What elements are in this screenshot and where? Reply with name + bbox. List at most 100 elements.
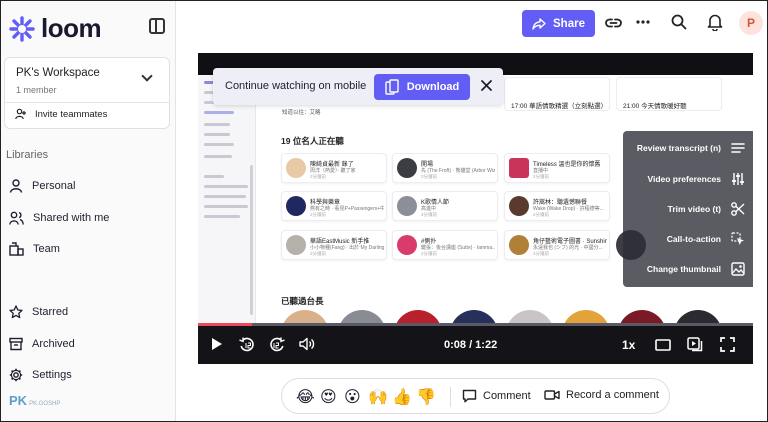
sidebar-item-shared[interactable]: Shared with me — [9, 211, 109, 225]
mobile-banner-text: Continue watching on mobile — [225, 80, 367, 92]
archive-icon — [9, 337, 23, 351]
fullscreen-icon[interactable] — [720, 337, 735, 352]
list-item: #側扑 鍵張：後台講座 (Sutte) · Iamma... 2分鐘前 — [392, 230, 498, 260]
loom-logo[interactable]: loom — [9, 13, 102, 44]
workspace-switcher[interactable]: PK's Workspace 1 member Invite teammates — [4, 57, 170, 129]
reaction-divider — [450, 387, 451, 407]
link-icon[interactable] — [605, 16, 622, 30]
reaction-bar: 😂 😍 😮 🙌 👍 👎 Comment Record a comment — [281, 378, 670, 414]
share-button[interactable]: Share — [522, 10, 595, 37]
invite-label: Invite teammates — [35, 108, 108, 120]
screen-top-card: 17:00 華語情歌精選（立刻點選） — [504, 77, 610, 111]
record-comment-button[interactable]: Record a comment — [544, 389, 659, 401]
video-tools-panel: Review transcript (n) Video preferences … — [623, 131, 753, 287]
bell-icon[interactable] — [707, 13, 723, 31]
avatar[interactable]: P — [739, 11, 763, 35]
list-item: K歌情人節 高進中 2分鐘前 — [392, 191, 498, 221]
workspace-divider — [5, 102, 169, 103]
reaction-heart-eyes[interactable]: 😍 — [320, 387, 337, 407]
sidebar-item-settings[interactable]: Settings — [9, 368, 72, 382]
tool-label: Video preferences — [647, 174, 721, 184]
share-arrow-icon — [532, 17, 546, 30]
sidebar-item-archived[interactable]: Archived — [9, 337, 75, 351]
transcript-icon — [731, 143, 745, 153]
sidebar-item-label: Archived — [32, 338, 75, 350]
screen-top-card-text: 17:00 華語情歌精選（立刻點選） — [511, 103, 608, 110]
sidebar-item-label: Settings — [32, 369, 72, 381]
screen-hosts-title: 已聽過台長 — [281, 296, 324, 306]
share-label: Share — [553, 17, 585, 30]
forward-icon[interactable] — [269, 337, 285, 353]
comment-button[interactable]: Comment — [462, 389, 531, 403]
watermark-text: PK — [9, 393, 28, 408]
search-icon[interactable] — [671, 14, 687, 30]
list-item: 許嵩林：聽遺憾聯餐 Wake (Wake Drop) · 許程德等... 2分鐘前 — [504, 191, 610, 221]
reaction-thumbs-up[interactable]: 👍 — [392, 387, 412, 407]
list-item: 角仔藝術電子圖書 · Sunshine 永遠我也 (シフ) 的光 · 中國分...… — [504, 230, 610, 260]
screen-top-card: 21:00 今天情歌暖好聽 — [616, 77, 722, 111]
volume-icon[interactable] — [299, 337, 315, 351]
sidebar-item-team[interactable]: Team — [9, 242, 60, 256]
star-icon — [9, 305, 23, 319]
comment-label: Comment — [483, 390, 531, 402]
screen-listen-title: 19 位名人正在聽 — [281, 136, 344, 146]
more-options-icon[interactable] — [636, 20, 650, 24]
list-item: Timeless 溫也是你的懷舊 直播中 2分鐘前 — [504, 153, 610, 183]
video-player[interactable]: 17:00 華語情歌精選（立刻點選） 21:00 今天情歌暖好聽 知道以往：艾略… — [198, 53, 753, 364]
captions-icon[interactable] — [687, 337, 703, 352]
people-icon — [9, 211, 24, 225]
sidebar-item-personal[interactable]: Personal — [9, 179, 75, 193]
change-thumbnail-button[interactable]: Change thumbnail — [647, 262, 745, 276]
list-item: 開場先 (The Froft) · 熊貓堂 (Arbor Wiz) 2分鐘前 — [392, 153, 498, 183]
add-people-icon — [15, 108, 26, 120]
team-icon — [9, 242, 24, 256]
person-icon — [9, 179, 23, 193]
list-item: 華語EastMusic 新手推 小小物種(Fang) · 出於 My Darlin… — [281, 230, 387, 260]
rewind-icon[interactable] — [239, 337, 255, 353]
review-transcript-button[interactable]: Review transcript (n) — [637, 142, 745, 154]
tool-label: Change thumbnail — [646, 264, 721, 274]
cursor-icon — [731, 232, 744, 245]
gear-icon — [9, 368, 23, 382]
workspace-name: PK's Workspace — [16, 67, 100, 79]
sidebar: loom PK's Workspace 1 member Invite team… — [1, 1, 176, 421]
reaction-raised-hands[interactable]: 🙌 — [368, 387, 388, 407]
reaction-laugh[interactable]: 😂 — [296, 387, 315, 407]
logo-text: loom — [41, 13, 102, 43]
tool-label: Trim video (t) — [667, 204, 721, 214]
watermark-sub: PK.GOSHP — [29, 401, 61, 407]
watermark-logo: PK PK.GOSHP — [9, 393, 60, 408]
scissors-icon — [731, 202, 745, 216]
theater-mode-icon[interactable] — [655, 339, 671, 351]
play-icon[interactable] — [211, 337, 223, 351]
playback-speed-button[interactable]: 1x — [622, 338, 635, 352]
reaction-thumbs-down[interactable]: 👎 — [416, 387, 436, 407]
call-to-action-button[interactable]: Call-to-action — [667, 232, 745, 246]
mobile-banner: Continue watching on mobile Download — [213, 68, 503, 105]
loom-logo-icon — [9, 15, 35, 42]
list-item: 陳綺貞最新 錄了 周洋（熱愛）· 聽了家 2分鐘前 — [281, 153, 387, 183]
tool-label: Call-to-action — [666, 234, 721, 244]
trim-video-button[interactable]: Trim video (t) — [668, 202, 745, 216]
sidebar-item-label: Starred — [32, 306, 69, 318]
sidebar-item-label: Team — [33, 243, 60, 255]
time-display: 0:08 / 1:22 — [444, 339, 498, 351]
libraries-label: Libraries — [6, 149, 49, 161]
tool-label: Review transcript (n) — [636, 143, 721, 153]
close-icon[interactable] — [480, 79, 493, 92]
screen-link-text: 知道以往：艾略 — [282, 110, 321, 116]
video-preferences-button[interactable]: Video preferences — [647, 172, 745, 186]
collapse-sidebar-icon[interactable] — [149, 18, 165, 34]
image-icon — [731, 262, 745, 276]
video-controls: 0:08 / 1:22 1x — [198, 326, 753, 364]
sliders-icon — [732, 173, 744, 185]
phone-icon — [385, 79, 399, 95]
reaction-surprised[interactable]: 😮 — [344, 387, 361, 407]
sidebar-item-starred[interactable]: Starred — [9, 305, 68, 319]
chevron-down-icon[interactable] — [141, 70, 153, 82]
download-button[interactable]: Download — [374, 74, 470, 100]
record-label: Record a comment — [566, 389, 659, 401]
screen-top-card-text: 21:00 今天情歌暖好聽 — [623, 103, 687, 110]
sidebar-item-label: Shared with me — [33, 212, 110, 224]
invite-teammates-button[interactable]: Invite teammates — [15, 108, 107, 120]
